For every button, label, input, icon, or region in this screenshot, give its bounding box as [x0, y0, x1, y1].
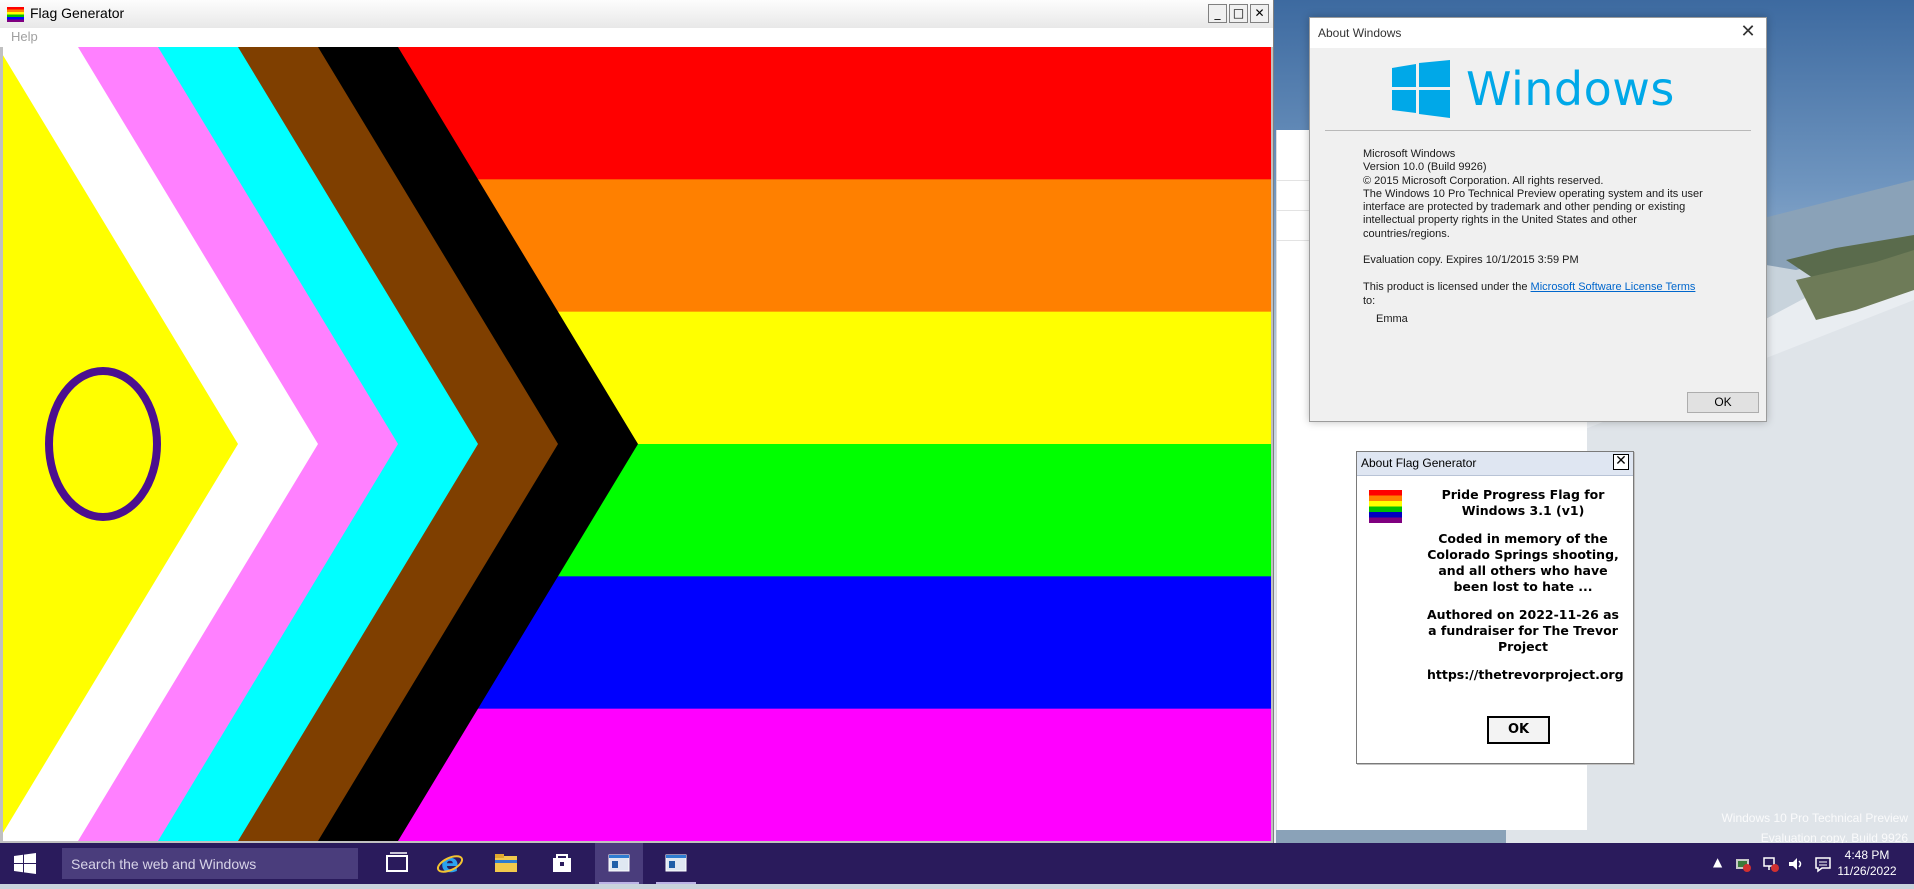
network-icon[interactable] [1762, 855, 1780, 873]
windows-wordmark: Windows [1466, 62, 1675, 116]
clock[interactable]: 4:48 PM 11/26/2022 [1834, 847, 1900, 879]
menu-help[interactable]: Help [11, 29, 38, 44]
memorial-text: Coded in memory of the Colorado Springs … [1427, 531, 1619, 594]
about-flag-generator-dialog: About Flag Generator ✕ Pride Progress Fl… [1356, 451, 1634, 764]
search-placeholder: Search the web and Windows [71, 856, 257, 872]
license-suffix: to: [1363, 294, 1376, 307]
license-terms-link[interactable]: Microsoft Software License Terms [1531, 281, 1696, 293]
copyright-text: © 2015 Microsoft Corporation. All rights… [1363, 174, 1604, 187]
progress-pride-flag [3, 47, 1271, 841]
task-view-button[interactable] [372, 843, 420, 884]
product-name: Microsoft Windows [1363, 148, 1456, 160]
close-button[interactable]: ✕ [1250, 4, 1269, 23]
dialog-title-bar[interactable]: About Flag Generator ✕ [1357, 452, 1633, 476]
legal-text: The Windows 10 Pro Technical Preview ope… [1363, 187, 1703, 240]
folder-icon [495, 854, 517, 872]
about-flag-text: Pride Progress Flag for Windows 3.1 (v1)… [1427, 487, 1624, 695]
divider [1325, 130, 1751, 131]
show-hidden-icons-chevron-icon[interactable]: ▲ [1713, 855, 1722, 869]
licensee-name: Emma [1376, 312, 1408, 325]
minimize-button[interactable]: _ [1208, 4, 1227, 23]
window-title: Flag Generator [30, 5, 125, 21]
app-window-icon [665, 854, 687, 872]
notifications-icon[interactable] [1814, 855, 1832, 873]
store-button[interactable] [538, 843, 586, 884]
flag-generator-window: Flag Generator _ □ ✕ Help [0, 0, 1273, 843]
watermark-line-2: Evaluation copy. Build 9926 [1760, 831, 1908, 843]
svg-text:e: e [441, 849, 459, 879]
clock-date: 11/26/2022 [1837, 864, 1897, 878]
task-view-icon [386, 852, 408, 872]
project-url: https://thetrevorproject.org [1427, 667, 1624, 682]
clock-time: 4:48 PM [1844, 848, 1890, 862]
evaluation-watermark: Windows 10 Pro Technical Preview Evaluat… [1721, 808, 1908, 843]
about-windows-body: Microsoft Windows Version 10.0 (Build 99… [1363, 148, 1703, 326]
menu-bar: Help [0, 28, 1273, 47]
ok-button[interactable]: OK [1687, 392, 1759, 413]
dialog-title: About Windows [1318, 26, 1402, 40]
evaluation-text: Evaluation copy. Expires 10/1/2015 3:59 … [1363, 254, 1579, 267]
action-center-flag-icon[interactable] [1734, 855, 1752, 873]
pride-flag-icon [7, 7, 24, 22]
flag-generator-taskbar-button[interactable] [595, 843, 643, 884]
maximize-button[interactable]: □ [1229, 4, 1248, 23]
version-text: Version 10.0 (Build 9926) [1363, 161, 1487, 174]
about-windows-taskbar-button[interactable] [652, 843, 700, 884]
dialog-title-bar[interactable]: About Windows ✕ [1310, 18, 1766, 48]
about-windows-dialog: About Windows ✕ Windows Microsoft Window… [1309, 17, 1767, 422]
pride-flag-icon [1369, 489, 1402, 523]
taskbar: Search the web and Windows e ▲ 4:48 PM 1… [0, 843, 1914, 884]
app-window-icon [608, 854, 630, 872]
license-prefix: This product is licensed under the [1363, 281, 1531, 294]
search-input[interactable]: Search the web and Windows [62, 848, 358, 879]
close-button[interactable]: ✕ [1613, 454, 1629, 470]
store-bag-icon [553, 854, 571, 872]
heading-text: Pride Progress Flag for Windows 3.1 (v1) [1441, 487, 1605, 518]
title-bar[interactable]: Flag Generator _ □ ✕ [0, 0, 1273, 29]
internet-explorer-button[interactable]: e [426, 843, 474, 884]
license-text: This product is licensed under the Micro… [1363, 281, 1703, 308]
authored-text: Authored on 2022-11-26 as a fundraiser f… [1427, 607, 1619, 654]
watermark-line-1: Windows 10 Pro Technical Preview [1721, 811, 1908, 825]
file-explorer-button[interactable] [482, 843, 530, 884]
dialog-title: About Flag Generator [1361, 456, 1477, 470]
windows-logo-icon [1392, 60, 1450, 118]
ok-button[interactable]: OK [1487, 716, 1550, 744]
start-button[interactable] [0, 843, 50, 884]
volume-icon[interactable] [1787, 855, 1805, 873]
internet-explorer-icon: e [436, 849, 464, 879]
close-icon[interactable]: ✕ [1736, 20, 1760, 44]
